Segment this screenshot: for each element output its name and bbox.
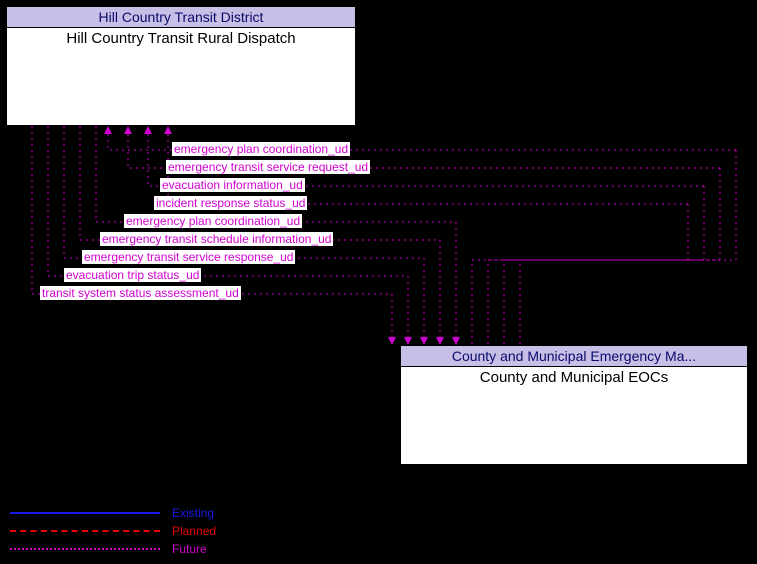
- flow-label[interactable]: emergency transit service response_ud: [82, 250, 295, 264]
- legend-label-existing[interactable]: Existing: [172, 506, 216, 520]
- flow-label[interactable]: incident response status_ud: [154, 196, 307, 210]
- flow-label[interactable]: transit system status assessment_ud: [40, 286, 241, 300]
- legend-line-future: [10, 548, 160, 550]
- flow-label[interactable]: evacuation information_ud: [160, 178, 305, 192]
- legend: Existing Planned Future: [10, 506, 216, 556]
- flow-label[interactable]: evacuation trip status_ud: [64, 268, 201, 282]
- node-hill-country-transit[interactable]: Hill Country Transit District Hill Count…: [6, 6, 356, 126]
- node-county-eoc[interactable]: County and Municipal Emergency Ma... Cou…: [400, 345, 748, 465]
- node-title: County and Municipal EOCs: [401, 367, 747, 388]
- legend-line-planned: [10, 530, 160, 532]
- legend-line-existing: [10, 512, 160, 514]
- node-header: County and Municipal Emergency Ma...: [401, 346, 747, 367]
- flow-label[interactable]: emergency plan coordination_ud: [172, 142, 350, 156]
- flow-label[interactable]: emergency transit service request_ud: [166, 160, 370, 174]
- node-header: Hill Country Transit District: [7, 7, 355, 28]
- diagram-canvas: Hill Country Transit District Hill Count…: [0, 0, 757, 564]
- node-title: Hill Country Transit Rural Dispatch: [7, 28, 355, 49]
- flow-label[interactable]: emergency plan coordination_ud: [124, 214, 302, 228]
- legend-label-planned[interactable]: Planned: [172, 524, 216, 538]
- flow-label[interactable]: emergency transit schedule information_u…: [100, 232, 333, 246]
- legend-label-future[interactable]: Future: [172, 542, 216, 556]
